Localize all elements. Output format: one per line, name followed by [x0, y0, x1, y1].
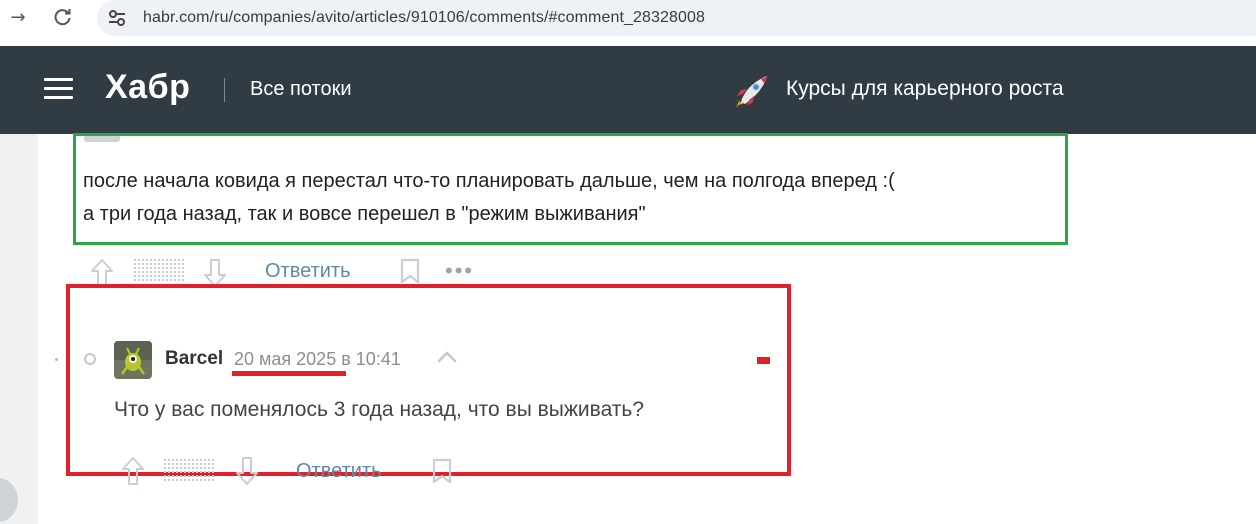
- rocket-icon: [733, 70, 773, 110]
- parent-comment-body: после начала ковида я перестал что-то пл…: [83, 165, 895, 231]
- vote-down-icon[interactable]: [234, 456, 260, 486]
- url-text[interactable]: habr.com/ru/companies/avito/articles/910…: [143, 9, 705, 27]
- browser-toolbar: → habr.com/ru/companies/avito/articles/9…: [0, 0, 1256, 46]
- parent-comment-line: а три года назад, так и вовсе перешел в …: [83, 203, 646, 225]
- left-gutter: [0, 134, 38, 524]
- thread-dot: [55, 358, 58, 361]
- parent-comment-line: после начала ковида я перестал что-то пл…: [83, 170, 895, 192]
- tune-icon[interactable]: [107, 8, 127, 28]
- bookmark-icon[interactable]: [399, 258, 421, 284]
- comment-author[interactable]: Barcel: [165, 348, 223, 370]
- site-header: Хабр Все потоки Курсы для карьерного рос…: [0, 46, 1256, 134]
- more-icon[interactable]: •••: [445, 258, 474, 284]
- chevron-up-icon[interactable]: [436, 350, 458, 364]
- reply-button[interactable]: Ответить: [265, 260, 351, 283]
- arrow-right-icon[interactable]: →: [7, 7, 29, 29]
- score-placeholder: [134, 259, 184, 281]
- address-bar[interactable]: habr.com/ru/companies/avito/articles/910…: [97, 0, 1256, 36]
- site-logo[interactable]: Хабр: [105, 68, 190, 107]
- red-marker-annotation: [757, 357, 770, 364]
- vote-up-icon[interactable]: [120, 456, 146, 486]
- comment-time[interactable]: 10:41: [356, 349, 401, 369]
- score-placeholder: [164, 459, 214, 481]
- date-underline-annotation: [232, 371, 346, 376]
- bookmark-icon[interactable]: [431, 458, 453, 484]
- comment-date[interactable]: 20 мая 2025: [234, 349, 336, 369]
- career-courses-link[interactable]: Курсы для карьерного роста: [786, 77, 1064, 101]
- header-divider: [224, 78, 225, 102]
- comment-time-prefix: в: [341, 349, 351, 369]
- reload-icon[interactable]: [52, 7, 74, 29]
- reply-button[interactable]: Ответить: [296, 460, 382, 483]
- all-flows-link[interactable]: Все потоки: [250, 78, 352, 101]
- thread-circle-icon[interactable]: [84, 353, 96, 365]
- reply-comment-body: Что у вас поменялось 3 года назад, что в…: [114, 398, 645, 421]
- reply-comment-highlight: [66, 284, 791, 476]
- comment-datetime[interactable]: 20 мая 2025 в 10:41: [234, 349, 401, 370]
- avatar[interactable]: [114, 341, 152, 379]
- hamburger-icon[interactable]: [44, 78, 73, 100]
